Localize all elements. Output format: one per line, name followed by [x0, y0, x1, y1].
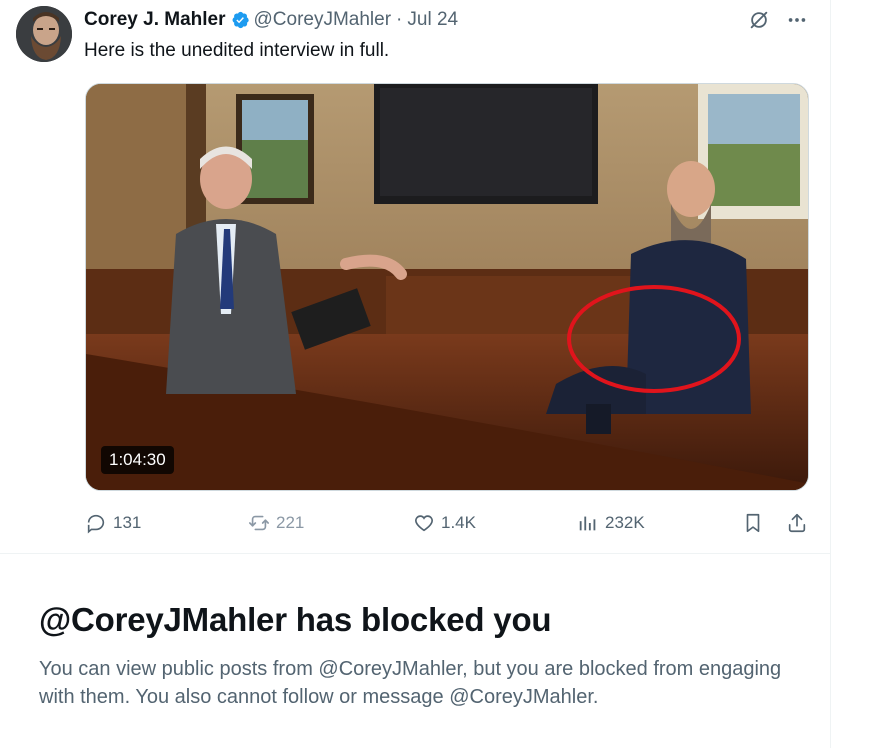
- grok-icon[interactable]: [748, 9, 770, 31]
- repost-button[interactable]: 221: [248, 509, 304, 537]
- views-button[interactable]: 232K: [577, 509, 645, 537]
- author-name[interactable]: Corey J. Mahler: [84, 9, 226, 31]
- tweet-text: Here is the unedited interview in full.: [84, 40, 390, 61]
- tweet[interactable]: Corey J. Mahler @CoreyJMahler · Jul 24 H…: [0, 0, 830, 553]
- reply-count: 131: [113, 513, 142, 532]
- like-icon: [415, 515, 433, 532]
- share-icon: [788, 513, 806, 533]
- tweet-header: Corey J. Mahler @CoreyJMahler · Jul 24: [84, 8, 458, 32]
- bookmark-icon: [746, 513, 760, 533]
- reply-button[interactable]: 131: [85, 509, 141, 537]
- view-count: 232K: [605, 513, 645, 532]
- like-button[interactable]: 1.4K: [413, 509, 476, 537]
- repost-icon: [249, 515, 269, 531]
- header-separator: ·: [396, 9, 403, 30]
- video-player[interactable]: [85, 83, 809, 491]
- verified-badge-icon[interactable]: [230, 10, 250, 30]
- column-border: [830, 0, 831, 748]
- author-handle[interactable]: @CoreyJMahler: [254, 9, 392, 31]
- bookmark-button[interactable]: [742, 509, 770, 537]
- tweet-date[interactable]: Jul 24: [407, 9, 458, 31]
- views-icon: [579, 516, 596, 531]
- repost-count: 221: [276, 513, 305, 532]
- blocked-message: You can view public posts from @CoreyJMa…: [39, 658, 782, 708]
- share-button[interactable]: [786, 509, 814, 537]
- video-duration: 1:04:30: [101, 446, 174, 474]
- like-count: 1.4K: [441, 513, 476, 532]
- reply-icon: [87, 514, 105, 534]
- avatar[interactable]: [16, 6, 72, 62]
- blocked-title: @CoreyJMahler has blocked you: [39, 601, 552, 638]
- tweet-actions: 131 221 1.4K 232K: [0, 505, 830, 541]
- section-divider: [0, 553, 830, 554]
- more-icon[interactable]: [786, 9, 808, 31]
